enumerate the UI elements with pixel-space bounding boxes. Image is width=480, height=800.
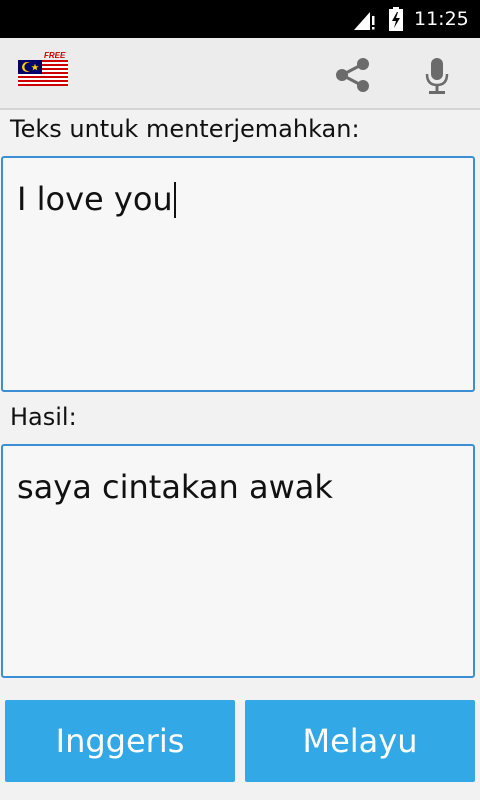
result-text-box[interactable]: saya cintakan awak — [1, 444, 475, 678]
target-language-button[interactable]: Melayu — [245, 700, 475, 782]
logo-badge-text: FREE — [44, 51, 66, 60]
text-cursor — [173, 182, 176, 218]
source-text: I love you — [17, 180, 173, 218]
signal-icon — [354, 12, 375, 30]
share-icon[interactable] — [330, 53, 376, 97]
malaysia-flag-icon[interactable]: FREE — [18, 50, 68, 86]
source-label: Teks untuk menterjemahkan: — [10, 115, 360, 143]
source-language-button[interactable]: Inggeris — [5, 700, 235, 782]
clock: 11:25 — [414, 8, 469, 30]
toolbar: FREE — [0, 38, 480, 110]
microphone-icon[interactable] — [414, 53, 460, 97]
battery-charging-icon — [389, 7, 403, 31]
status-bar: 11:25 — [0, 0, 480, 38]
source-text-input[interactable]: I love you — [1, 156, 475, 392]
result-text: saya cintakan awak — [17, 468, 333, 506]
result-label: Hasil: — [10, 403, 77, 431]
